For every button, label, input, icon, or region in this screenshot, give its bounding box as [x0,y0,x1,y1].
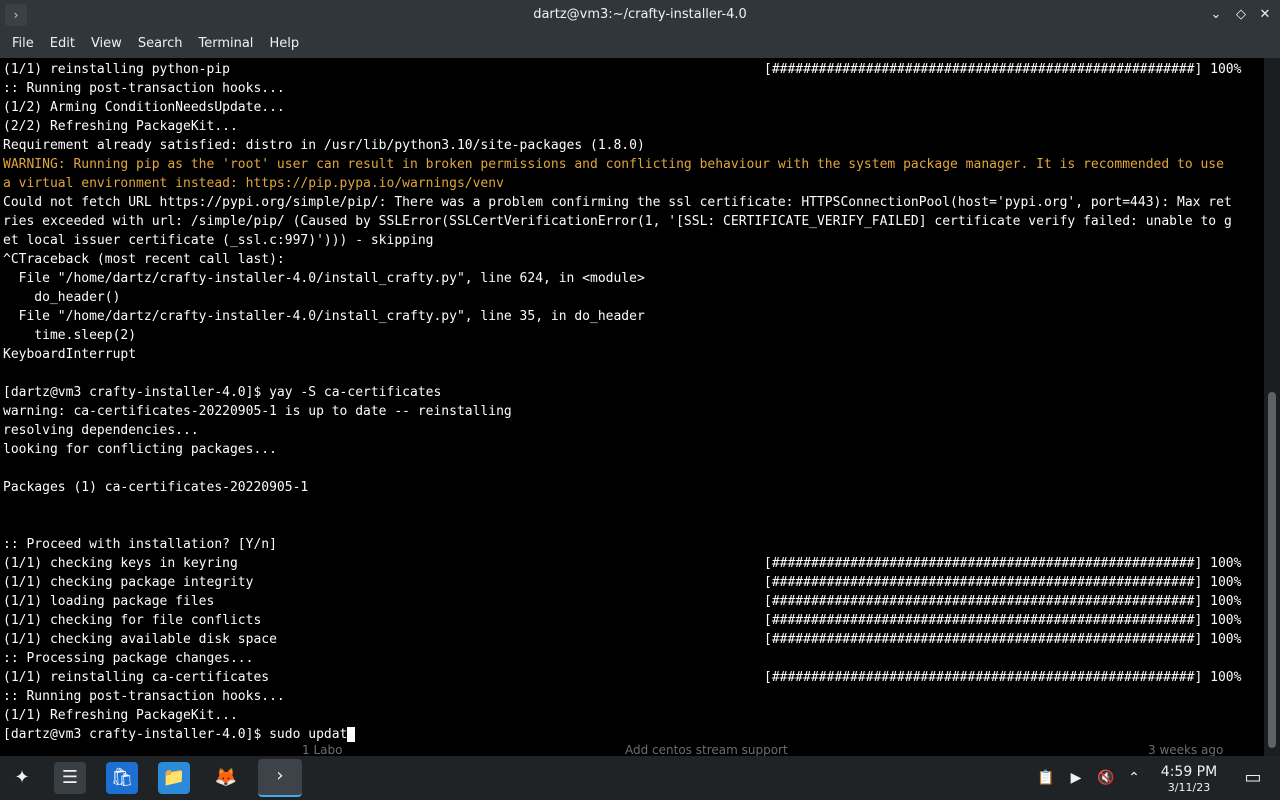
terminal-line: (1/1) reinstalling ca-certificates [3,670,270,685]
progress-bar-text: [#######################################… [764,556,1242,571]
scrollbar-thumb[interactable] [1268,392,1276,748]
background-text: 3 weeks ago [1148,744,1224,756]
progress-bar-text: [#######################################… [764,613,1242,628]
terminal-output[interactable]: 1 Labo Add centos stream support 3 weeks… [0,58,1264,756]
terminal-line: a virtual environment instead: https://p… [3,176,504,191]
background-text: Add centos stream support [625,744,788,756]
window-titlebar[interactable]: › dartz@vm3:~/crafty-installer-4.0 ⌄ ◇ ✕ [0,0,1280,30]
terminal-line: [dartz@vm3 crafty-installer-4.0]$ yay -S… [3,385,442,400]
menu-view[interactable]: View [83,30,130,58]
maximize-icon[interactable]: ◇ [1231,5,1251,25]
clipboard-icon[interactable]: 📋 [1036,768,1056,788]
progress-bar-text: [#######################################… [764,575,1242,590]
terminal-line: ries exceeded with url: /simple/pip/ (Ca… [3,214,1232,229]
terminal-line: (1/1) checking package integrity [3,575,254,590]
terminal-line: (1/1) Refreshing PackageKit... [3,708,238,723]
menu-edit[interactable]: Edit [42,30,83,58]
terminal-line: Packages (1) ca-certificates-20220905-1 [3,480,309,495]
volume-muted-icon[interactable]: 🔇 [1096,768,1116,788]
progress-bar-text: [#######################################… [764,632,1242,647]
terminal-line: Could not fetch URL https://pypi.org/sim… [3,195,1232,210]
clock-date[interactable]: 3/11/23 [1156,781,1222,794]
terminal-scrollbar[interactable] [1264,58,1280,756]
terminal-line: do_header() [3,290,121,305]
taskbar: ✦ ☰ 🛍 📁 🦊 › 📋 ▶ 🔇 ⌃ 4:59 PM 3/11/23 ▭ [0,756,1280,800]
terminal-line: looking for conflicting packages... [3,442,277,457]
system-settings-icon[interactable]: ☰ [54,762,86,794]
terminal-line: (1/1) checking available disk space [3,632,277,647]
menu-terminal[interactable]: Terminal [190,30,261,58]
menu-search[interactable]: Search [130,30,191,58]
terminal-line: (2/2) Refreshing PackageKit... [3,119,238,134]
background-window-fragment: 1 Labo Add centos stream support 3 weeks… [300,744,1260,756]
close-icon[interactable]: ✕ [1255,5,1275,25]
terminal-line: KeyboardInterrupt [3,347,137,362]
progress-bar-text: [#######################################… [764,62,1242,77]
terminal-line: File "/home/dartz/crafty-installer-4.0/i… [3,271,645,286]
media-player-icon[interactable]: ▶ [1066,768,1086,788]
terminal-line: ^CTraceback (most recent call last): [3,252,285,267]
terminal-line: :: Running post-transaction hooks... [3,689,285,704]
terminal-line: time.sleep(2) [3,328,137,343]
menu-help[interactable]: Help [261,30,307,58]
clock-time[interactable]: 4:59 PM [1156,764,1222,780]
terminal-line: (1/1) loading package files [3,594,215,609]
discover-store-icon[interactable]: 🛍 [106,762,138,794]
terminal-line: :: Processing package changes... [3,651,254,666]
show-desktop-icon[interactable]: ▭ [1243,768,1263,788]
terminal-line: (1/1) reinstalling python-pip [3,62,230,77]
terminal-line: warning: ca-certificates-20220905-1 is u… [3,404,512,419]
terminal-line: (1/1) checking keys in keyring [3,556,238,571]
firefox-icon[interactable]: 🦊 [210,762,242,794]
terminal-line: WARNING: Running pip as the 'root' user … [3,157,1224,172]
window-title: dartz@vm3:~/crafty-installer-4.0 [533,7,747,22]
terminal-line: (1/1) checking for file conflicts [3,613,262,628]
tray-expand-icon[interactable]: ⌃ [1124,768,1144,788]
terminal-line: :: Proceed with installation? [Y/n] [3,537,277,552]
terminal-task-icon[interactable]: › [258,759,302,797]
terminal-line: Requirement already satisfied: distro in… [3,138,645,153]
progress-bar-text: [#######################################… [764,670,1242,685]
menubar: File Edit View Search Terminal Help [0,30,1280,58]
app-launcher-icon[interactable]: ✦ [6,762,38,794]
menu-file[interactable]: File [4,30,42,58]
terminal-line: resolving dependencies... [3,423,199,438]
file-manager-icon[interactable]: 📁 [158,762,190,794]
background-text: 1 Labo [302,744,343,756]
terminal-line: File "/home/dartz/crafty-installer-4.0/i… [3,309,645,324]
terminal-line: et local issuer certificate (_ssl.c:997)… [3,233,434,248]
text-cursor [347,727,356,742]
progress-bar-text: [#######################################… [764,594,1242,609]
minimize-icon[interactable]: ⌄ [1206,5,1226,25]
terminal-line: :: Running post-transaction hooks... [3,81,285,96]
terminal-line: (1/2) Arming ConditionNeedsUpdate... [3,100,285,115]
terminal-prompt-line[interactable]: [dartz@vm3 crafty-installer-4.0]$ sudo u… [3,725,356,744]
